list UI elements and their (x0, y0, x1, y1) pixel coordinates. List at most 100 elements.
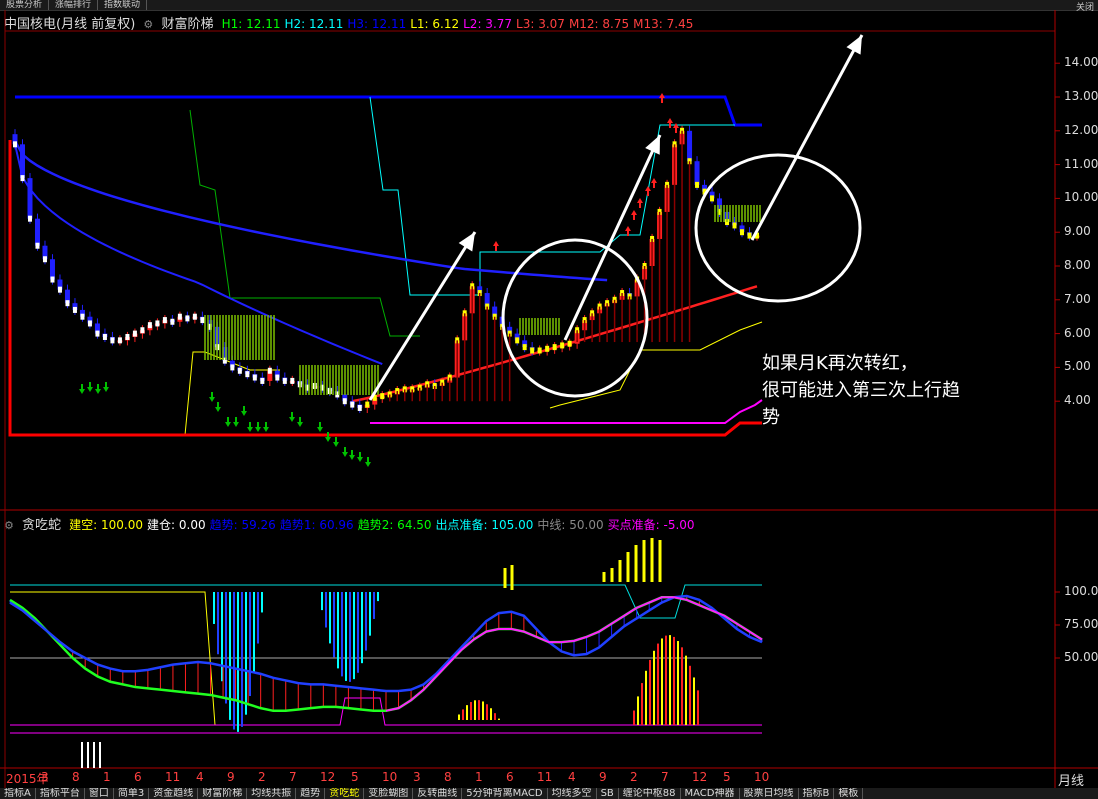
trend-marker (125, 333, 130, 340)
down-arrow-head (247, 427, 253, 432)
trend-marker (267, 367, 272, 374)
trend-marker (57, 286, 62, 293)
indicator-tab[interactable]: 趋势 (296, 788, 326, 799)
snake-indicator-chart (9, 538, 1060, 768)
trend-marker (350, 401, 355, 408)
down-arrow-head (79, 389, 85, 394)
y-tick-label: 14.00 (1064, 55, 1098, 70)
x-tick-label: 2 (630, 770, 638, 784)
indicator-tab[interactable]: 股票日均线 (740, 788, 799, 799)
annotation-text: 如果月K再次转红， 很可能进入第三次上行趋 势 (762, 350, 1092, 431)
trend-marker (560, 342, 565, 349)
trend-marker (65, 300, 70, 307)
trend-marker (545, 345, 550, 352)
trend-marker (252, 374, 257, 381)
x-tick-label: 6 (506, 770, 514, 784)
up-arrow-head (637, 198, 643, 203)
indicator-tab[interactable]: 资金趋线 (149, 788, 199, 799)
up-arrow-head (625, 226, 631, 231)
down-arrow-head (209, 397, 215, 402)
x-tick-label: 6 (134, 770, 142, 784)
x-tick-label: 11 (165, 770, 181, 784)
indicator-tab[interactable]: 5分钟背离MACD (462, 788, 548, 799)
x-tick-label: 1 (103, 770, 111, 784)
x-tick-label: 5 (351, 770, 359, 784)
indicator-tab[interactable]: 变脸蝴图 (364, 788, 414, 799)
x-tick-label: 9 (227, 770, 235, 784)
x-tick-label: 1 (475, 770, 483, 784)
trend-marker (13, 141, 17, 148)
trend-marker (80, 313, 85, 320)
trend-marker (275, 374, 280, 381)
indicator-tab[interactable]: 指标B (799, 788, 835, 799)
trend-marker (522, 344, 527, 351)
trend-arrow (750, 34, 864, 241)
x-tick-label: 10 (382, 770, 398, 784)
indicator-tab[interactable]: SB (597, 788, 619, 799)
up-arrow-head (651, 178, 657, 183)
trend-marker (42, 256, 47, 263)
candle-body (34, 218, 40, 246)
x-tick-label: 7 (289, 770, 297, 784)
indicator-tab[interactable]: 窗口 (85, 788, 114, 799)
trend-marker (200, 317, 205, 324)
trend-marker (72, 306, 77, 313)
candle-body (687, 130, 693, 162)
trend-marker (260, 377, 265, 384)
trend-marker (552, 344, 557, 351)
candle-body (694, 161, 700, 185)
down-arrow-head (95, 389, 101, 394)
indicator-tab[interactable]: 均线多空 (548, 788, 597, 799)
period-label[interactable]: 月线 (1058, 770, 1084, 789)
indicator-tab[interactable]: 缠论中枢88 (619, 788, 681, 799)
trend-marker (192, 313, 197, 320)
down-arrow-head (103, 387, 109, 392)
trend-marker (567, 340, 572, 347)
trend-marker (162, 317, 167, 324)
down-arrow-head (263, 427, 269, 432)
time-x-axis: 2015年 3 8 1 6 11 4 9 2 7 12 5 10 3 8 1 6 11 4 9 2 7 12 5 10 (0, 770, 1055, 786)
trend-marker (185, 315, 190, 322)
down-arrow-head (365, 462, 371, 467)
trend-marker (695, 181, 700, 188)
x-tick-label: 10 (754, 770, 770, 784)
y-tick-label: 75.00 (1064, 617, 1098, 631)
down-arrow-head (349, 455, 355, 460)
trend-marker (740, 229, 745, 236)
trend-marker (170, 318, 175, 325)
indicator-tab[interactable]: 均线共振 (247, 788, 297, 799)
indicator-tab[interactable]: 反转曲线 (413, 788, 463, 799)
candle-body (49, 259, 55, 280)
trend-marker (732, 222, 737, 229)
trend-marker (380, 393, 385, 400)
trend-marker (87, 320, 92, 327)
down-arrow-head (357, 457, 363, 462)
trend-arrow-head (458, 232, 475, 252)
h1-ladder-line (189, 109, 420, 337)
indicator-tab[interactable]: 指标平台 (36, 788, 85, 799)
trend-marker (537, 347, 542, 354)
down-arrow-head (241, 411, 247, 416)
x-tick-label: 5 (723, 770, 731, 784)
annotation-line: 势 (762, 407, 780, 428)
x-tick-label: 7 (661, 770, 669, 784)
indicator-tab[interactable]: 财富阶梯 (198, 788, 248, 799)
trend-marker (102, 333, 107, 340)
x-tick-label: 3 (413, 770, 421, 784)
candle-body (19, 144, 25, 179)
up-arrow-head (645, 186, 651, 191)
up-arrow-head (493, 241, 499, 246)
trend-marker (245, 371, 250, 378)
indicator-tab[interactable]: 指标A (0, 788, 36, 799)
indicator-tab[interactable]: 贪吃蛇 (325, 788, 365, 799)
trend-marker (357, 404, 362, 411)
y-tick-label: 7.00 (1064, 291, 1091, 306)
down-arrow-head (297, 422, 303, 427)
down-arrow-head (325, 437, 331, 442)
down-arrow-head (87, 387, 93, 392)
y-tick-label: 13.00 (1064, 89, 1098, 103)
x-tick-label: 8 (72, 770, 80, 784)
indicator-tab[interactable]: MACD神器 (681, 788, 740, 799)
indicator-tab[interactable]: 简单3 (114, 788, 150, 799)
indicator-tab[interactable]: 模板 (834, 788, 864, 799)
